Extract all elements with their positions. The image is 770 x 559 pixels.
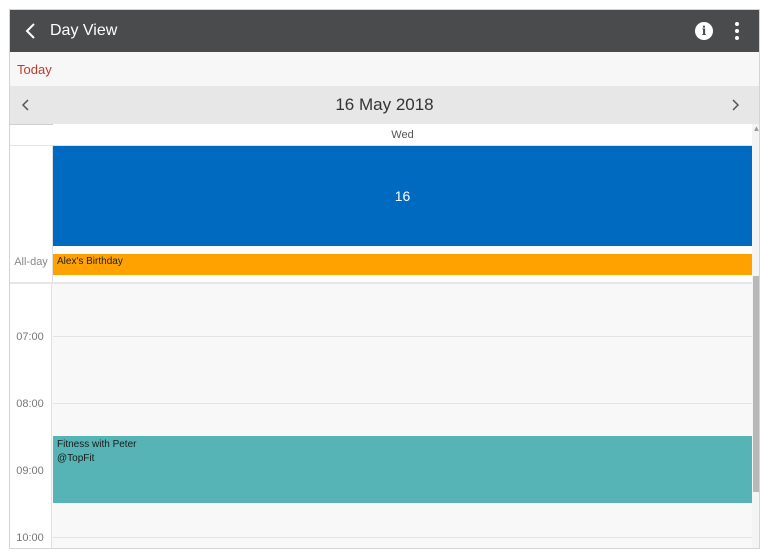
next-day-button[interactable] bbox=[725, 95, 745, 115]
calendar-window: Day View i Today 16 May 2018 Wed 16 All-… bbox=[9, 9, 760, 549]
page-title: Day View bbox=[50, 22, 118, 39]
event-title: Fitness with Peter bbox=[57, 439, 137, 450]
time-column bbox=[10, 284, 52, 548]
back-button[interactable] bbox=[16, 16, 46, 46]
calendar-event[interactable]: Fitness with Peter @TopFit bbox=[53, 436, 752, 503]
scrollbar-thumb[interactable] bbox=[753, 276, 759, 492]
hour-line bbox=[53, 403, 752, 404]
time-label: 08:00 bbox=[16, 398, 44, 410]
event-location: @TopFit bbox=[57, 453, 95, 464]
time-label: 07:00 bbox=[16, 331, 44, 343]
time-label: 09:00 bbox=[16, 465, 44, 477]
more-vertical-icon[interactable] bbox=[729, 20, 745, 42]
toolbar: Today bbox=[10, 52, 759, 87]
current-date-title: 16 May 2018 bbox=[335, 95, 434, 114]
info-icon[interactable]: i bbox=[695, 22, 713, 40]
chevron-right-icon bbox=[732, 99, 740, 111]
scroll-up-icon[interactable]: ▲ bbox=[752, 124, 759, 134]
day-number-cell[interactable]: 16 bbox=[53, 146, 752, 246]
all-day-event[interactable]: Alex's Birthday bbox=[53, 254, 752, 275]
hour-line bbox=[53, 336, 752, 337]
title-bar: Day View i bbox=[10, 10, 759, 52]
day-of-week-header: Wed bbox=[53, 124, 752, 146]
date-navigator: 16 May 2018 bbox=[10, 86, 759, 125]
today-button[interactable]: Today bbox=[17, 52, 52, 88]
time-label: 10:00 bbox=[16, 532, 44, 544]
time-grid[interactable]: 07:00 08:00 09:00 10:00 Fitness with Pet… bbox=[10, 282, 752, 548]
hour-line bbox=[53, 537, 752, 538]
chevron-left-icon bbox=[25, 23, 35, 39]
all-day-label: All-day bbox=[14, 256, 48, 268]
